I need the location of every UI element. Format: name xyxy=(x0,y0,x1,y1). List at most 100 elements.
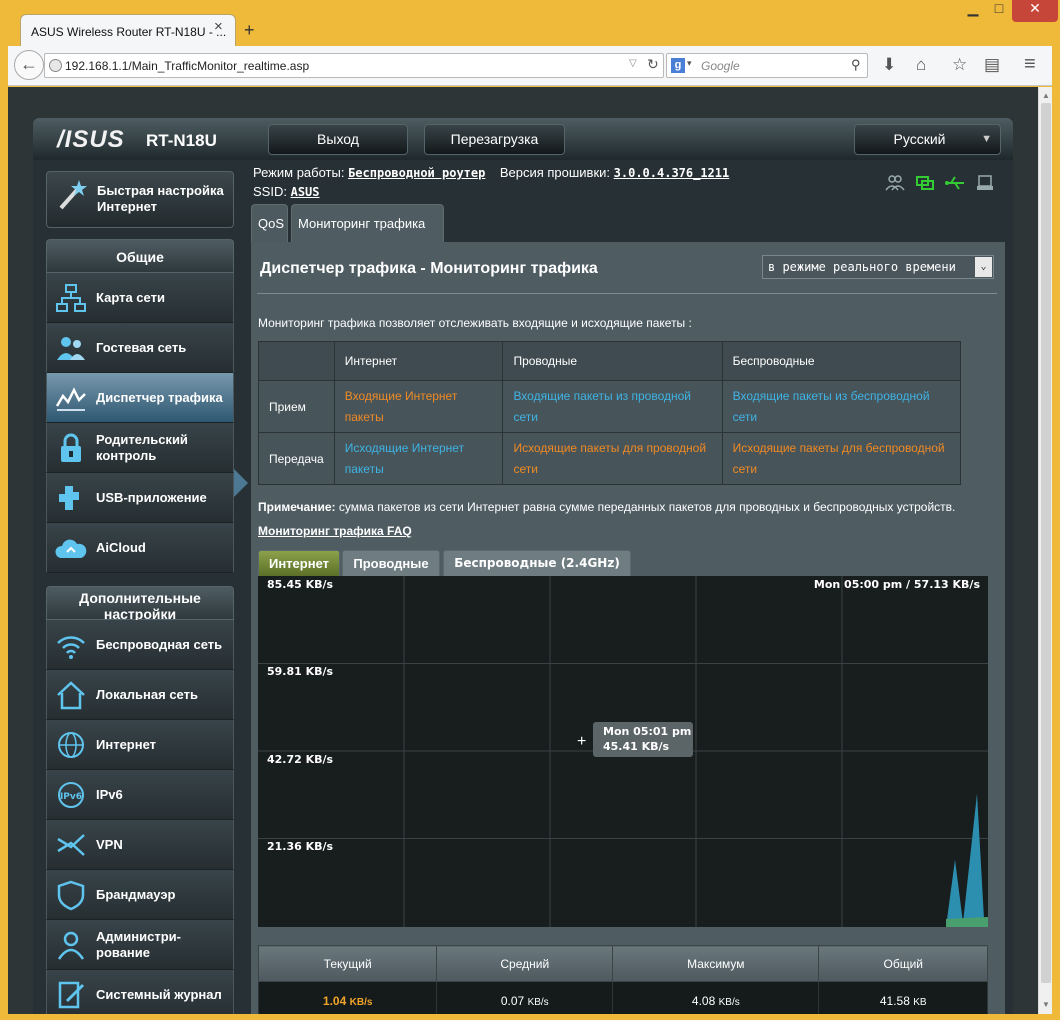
traffic-graph[interactable]: 85.45 KB/s 59.81 KB/s 42.72 KB/s 21.36 K… xyxy=(258,576,988,927)
graph-tab-internet[interactable]: Интернет xyxy=(258,550,340,576)
reboot-button[interactable]: Перезагрузка xyxy=(424,124,565,155)
tab-close-icon[interactable]: × xyxy=(214,18,223,35)
intro-text: Мониторинг трафика позволяет отслеживать… xyxy=(258,316,692,330)
search-icon[interactable]: ⚲ xyxy=(851,57,861,73)
download-icon[interactable]: ⬇ xyxy=(882,55,896,75)
vertical-scrollbar[interactable]: ▲ ▼ xyxy=(1038,87,1052,1014)
sidebar-item[interactable]: Беспроводная сеть xyxy=(46,620,234,670)
chevron-down-icon[interactable]: ⌄ xyxy=(975,257,992,277)
sidebar-item[interactable]: VPN xyxy=(46,820,234,870)
new-tab-button[interactable]: + xyxy=(244,20,255,41)
close-window-icon[interactable]: ✕ xyxy=(1012,0,1058,22)
sidebar-item-label: Интернет xyxy=(96,737,157,752)
graph-tab-wireless[interactable]: Беспроводные (2.4GHz) xyxy=(443,550,631,576)
lan-home-icon xyxy=(57,681,85,710)
ssid-label: SSID: xyxy=(253,184,287,199)
quick-setup-label: Быстрая настройка Интернет xyxy=(97,183,224,214)
sidebar-item-label: Родительский контроль xyxy=(96,432,188,463)
sidebar-item-label: VPN xyxy=(96,837,123,852)
ssid-link[interactable]: ASUS xyxy=(291,185,320,199)
logout-button[interactable]: Выход xyxy=(268,124,408,155)
reload-icon[interactable]: ↻ xyxy=(647,56,659,73)
table-cell: Входящие пакеты из проводной сети xyxy=(502,380,723,433)
sidebar-item-label: Администри-рование xyxy=(96,929,181,960)
mode-link[interactable]: Беспроводной роутер xyxy=(348,166,485,180)
back-arrow-icon[interactable]: ← xyxy=(14,50,44,80)
page-viewport: ▲ ▼ /ISUS RT-N18U Выход Перезагрузка Рус… xyxy=(8,87,1052,1014)
router-model: RT-N18U xyxy=(146,131,217,150)
sidebar-item[interactable]: Системный журнал xyxy=(46,970,234,1014)
sidebar-item[interactable]: Интернет xyxy=(46,720,234,770)
stat-max: 4.08 KB/s xyxy=(612,981,820,1014)
history-dropdown-icon[interactable]: ▽ xyxy=(629,58,637,69)
engine-dropdown-icon[interactable]: ▾ xyxy=(687,58,692,69)
sidebar-item[interactable]: USB-приложение xyxy=(46,473,234,523)
sidebar-item[interactable]: IPv6 IPv6 xyxy=(46,770,234,820)
search-placeholder: Google xyxy=(701,59,740,73)
sidebar-item[interactable]: Локальная сеть xyxy=(46,670,234,720)
clients-icon[interactable] xyxy=(885,174,905,192)
reading-list-icon[interactable]: ▤ xyxy=(984,55,1000,75)
graph-readout: Mon 05:00 pm / 57.13 KB/s xyxy=(814,578,981,591)
faq-link[interactable]: Мониторинг трафика FAQ xyxy=(258,524,412,538)
table-header: Интернет xyxy=(333,341,504,381)
stats-header: Средний xyxy=(436,945,614,982)
lan-status-icon[interactable] xyxy=(915,174,935,192)
sidebar-item[interactable]: Гостевая сеть xyxy=(46,323,234,373)
row-label: Передача xyxy=(258,432,335,485)
stat-value: 4.08 xyxy=(691,993,716,1008)
sidebar-item-label: AiCloud xyxy=(96,540,146,555)
sidebar-item[interactable]: Администри-рование xyxy=(46,920,234,970)
maximize-icon[interactable]: □ xyxy=(986,0,1012,22)
cloud-icon xyxy=(55,539,87,558)
globe-icon xyxy=(58,732,84,758)
tooltip-time: Mon 05:01 pm xyxy=(603,725,691,738)
language-select[interactable]: Русский ▼ xyxy=(854,124,1001,155)
browser-tab[interactable]: ASUS Wireless Router RT-N18U - ... xyxy=(20,14,236,48)
search-input[interactable]: g ▾ Google ⚲ xyxy=(666,53,868,78)
url-text: 192.168.1.1/Main_TrafficMonitor_realtime… xyxy=(65,59,310,73)
usb-app-icon xyxy=(59,486,79,510)
status-line-ssid: SSID: ASUS xyxy=(253,184,320,199)
sidebar-item-label: Брандмауэр xyxy=(96,887,176,902)
monitor-mode-select[interactable]: в режиме реального времени ⌄ xyxy=(762,255,994,279)
table-cell: Входящие Интернет пакеты xyxy=(333,380,504,433)
graph-tab-wired[interactable]: Проводные xyxy=(342,550,440,576)
address-bar[interactable]: 192.168.1.1/Main_TrafficMonitor_realtime… xyxy=(44,53,664,78)
sidebar-item[interactable]: Карта сети xyxy=(46,273,234,323)
magic-wand-icon xyxy=(59,180,87,210)
asus-logo: /ISUS xyxy=(57,126,125,153)
tab-qos[interactable]: QoS xyxy=(251,204,288,242)
home-icon[interactable]: ⌂ xyxy=(916,55,926,75)
firmware-link[interactable]: 3.0.0.4.376_1211 xyxy=(614,166,730,180)
table-cell: Исходящие Интернет пакеты xyxy=(333,432,504,485)
sidebar-item[interactable]: Диспетчер трафика xyxy=(46,373,234,423)
network-map-icon xyxy=(56,284,86,312)
stat-value: 0.07 xyxy=(500,993,525,1008)
stats-header: Максимум xyxy=(612,945,820,982)
usb-status-icon[interactable] xyxy=(945,174,965,192)
sidebar-item[interactable]: AiCloud xyxy=(46,523,234,573)
crosshair-icon: + xyxy=(577,733,586,750)
tab-traffic-monitor[interactable]: Мониторинг трафика xyxy=(291,204,444,242)
table-row: Прием Входящие Интернет пакеты Входящие … xyxy=(258,380,962,433)
scroll-thumb[interactable] xyxy=(1041,103,1051,983)
table-cell: Исходящие пакеты для проводной сети xyxy=(502,432,723,485)
status-line-mode: Режим работы: Беспроводной роутер Версия… xyxy=(253,165,729,180)
scroll-up-icon[interactable]: ▲ xyxy=(1042,91,1050,100)
bookmark-star-icon[interactable]: ☆ xyxy=(952,55,967,75)
vpn-icon xyxy=(57,834,85,856)
hamburger-menu-icon[interactable]: ≡ xyxy=(1024,53,1036,76)
system-log-icon xyxy=(58,981,85,1009)
table-cell: Входящие пакеты из беспроводной сети xyxy=(721,380,962,433)
stat-unit: KB/s xyxy=(349,996,373,1008)
google-engine-icon[interactable]: g xyxy=(671,58,685,73)
scroll-down-icon[interactable]: ▼ xyxy=(1042,1000,1050,1009)
mode-label: Режим работы: xyxy=(253,165,345,180)
note: Примечание: сумма пакетов из сети Интерн… xyxy=(258,500,955,514)
sidebar-item[interactable]: Родительский контроль xyxy=(46,423,234,473)
sidebar-item[interactable]: Брандмауэр xyxy=(46,870,234,920)
quick-internet-setup[interactable]: Быстрая настройка Интернет xyxy=(46,171,234,228)
minimize-icon[interactable]: ▁ xyxy=(960,0,986,22)
printer-icon[interactable] xyxy=(975,174,995,192)
